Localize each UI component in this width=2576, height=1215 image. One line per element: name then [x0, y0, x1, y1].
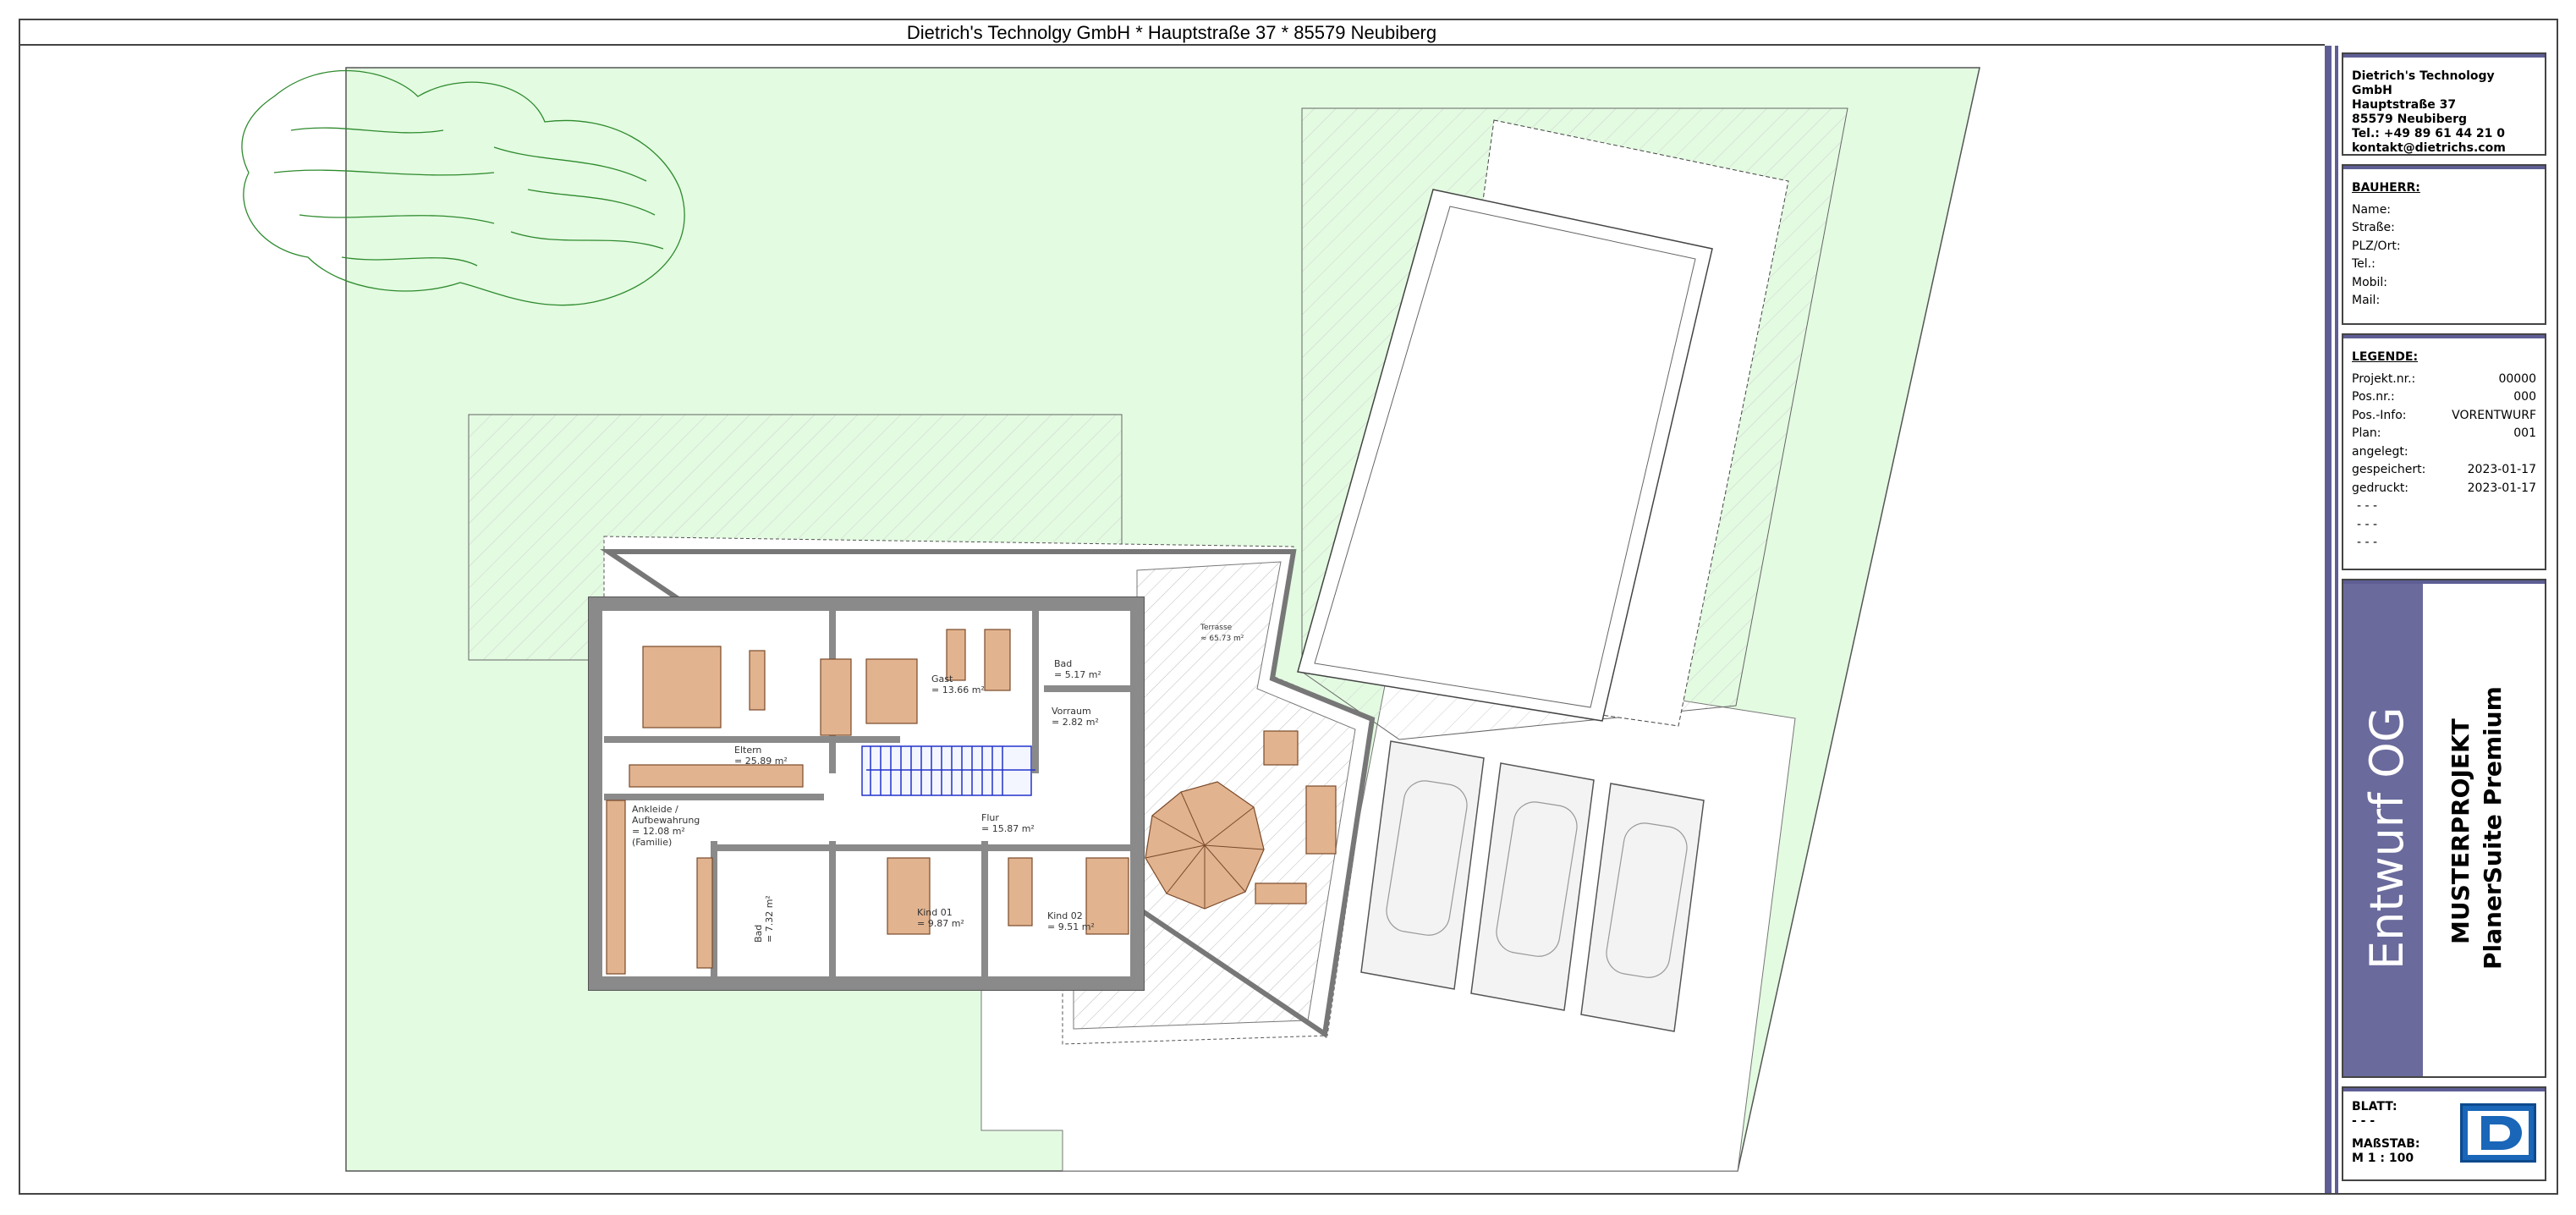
company-phone: Tel.: +49 89 61 44 21 0	[2352, 127, 2506, 140]
company-city: 85579 Neubiberg	[2352, 113, 2468, 126]
legende-box: LEGENDE: Projekt.nr.: 00000 Pos.nr.: 000 P…	[2342, 333, 2546, 570]
blatt-box: BLATT: - - - MAßSTAB: M 1 : 100	[2342, 1086, 2546, 1181]
plan-title-box: Entwurf OG MUSTERPROJEKT PlanerSuite Pre…	[2342, 579, 2546, 1078]
room-label-terrasse: Terrasse ≈ 65.73 m²	[1200, 624, 1244, 643]
room-label-bad: Bad = 5.17 m²	[1054, 658, 1101, 680]
company-name: Dietrich's Technology GmbH	[2352, 69, 2495, 97]
room-label-kind01: Kind 01 = 9.87 m²	[917, 907, 964, 929]
legende-row: Plan: 001	[2352, 426, 2536, 440]
bauherr-field: PLZ/Ort:	[2352, 239, 2401, 253]
plan-drawing	[241, 67, 1980, 1172]
legende-dash: - - -	[2357, 536, 2378, 549]
header-title: Dietrich's Technolgy GmbH * Hauptstraße …	[906, 22, 1437, 43]
legende-row: gespeichert: 2023-01-17	[2352, 463, 2536, 476]
room-label-gast: Gast = 13.66 m²	[931, 673, 985, 695]
room-label-kind02: Kind 02 = 9.51 m²	[1047, 910, 1095, 932]
room-label-bad2: Bad = 7.32 m²	[753, 895, 775, 943]
stairs	[861, 745, 1035, 796]
company-logo-icon	[2460, 1103, 2536, 1163]
company-box: Dietrich's Technology GmbH Hauptstraße 3…	[2342, 52, 2546, 156]
room-label-eltern: Eltern = 25.89 m²	[734, 745, 788, 767]
room-label-flur: Flur = 15.87 m²	[981, 812, 1035, 834]
legende-title: LEGENDE:	[2352, 350, 2419, 364]
legende-dash: - - -	[2357, 517, 2378, 531]
floor-plan: Eltern = 25.89 m² Gast = 13.66 m² Bad = 5.1…	[20, 46, 2325, 1193]
legende-row: gedruckt: 2023-01-17	[2352, 481, 2536, 495]
legende-row: Projekt.nr.: 00000	[2352, 371, 2536, 386]
room-label-vorraum: Vorraum = 2.82 m²	[1052, 706, 1099, 728]
title-block-bar-thin	[2335, 46, 2338, 1193]
legende-row: angelegt:	[2352, 444, 2408, 459]
plan-title-main: Entwurf OG	[2360, 706, 2414, 970]
bauherr-field: Mail:	[2352, 294, 2381, 307]
title-block-bar	[2325, 46, 2332, 1193]
legende-row: Pos.nr.: 000	[2352, 390, 2536, 404]
bauherr-field: Name:	[2352, 202, 2392, 217]
bauherr-title: BAUHERR:	[2352, 181, 2420, 195]
room-label-ankleide: Ankleide / Aufbewahrung = 12.08 m² (Famili…	[632, 804, 700, 848]
company-street: Hauptstraße 37	[2352, 98, 2457, 112]
bauherr-box: BAUHERR: Name: Straße: PLZ/Ort: Tel.: Mo…	[2342, 164, 2546, 325]
bauherr-field: Mobil:	[2352, 275, 2388, 289]
plan-title-suite: PlanerSuite Premium	[2479, 686, 2507, 970]
legende-row: Pos.-Info: VORENTWURF	[2352, 408, 2536, 422]
bauherr-field: Tel.:	[2352, 257, 2376, 271]
legende-dash: - - -	[2357, 499, 2378, 513]
plan-title-project: MUSTERPROJEKT	[2447, 718, 2474, 944]
bauherr-field: Straße:	[2352, 221, 2395, 234]
company-email: kontakt@dietrichs.com	[2352, 141, 2506, 155]
